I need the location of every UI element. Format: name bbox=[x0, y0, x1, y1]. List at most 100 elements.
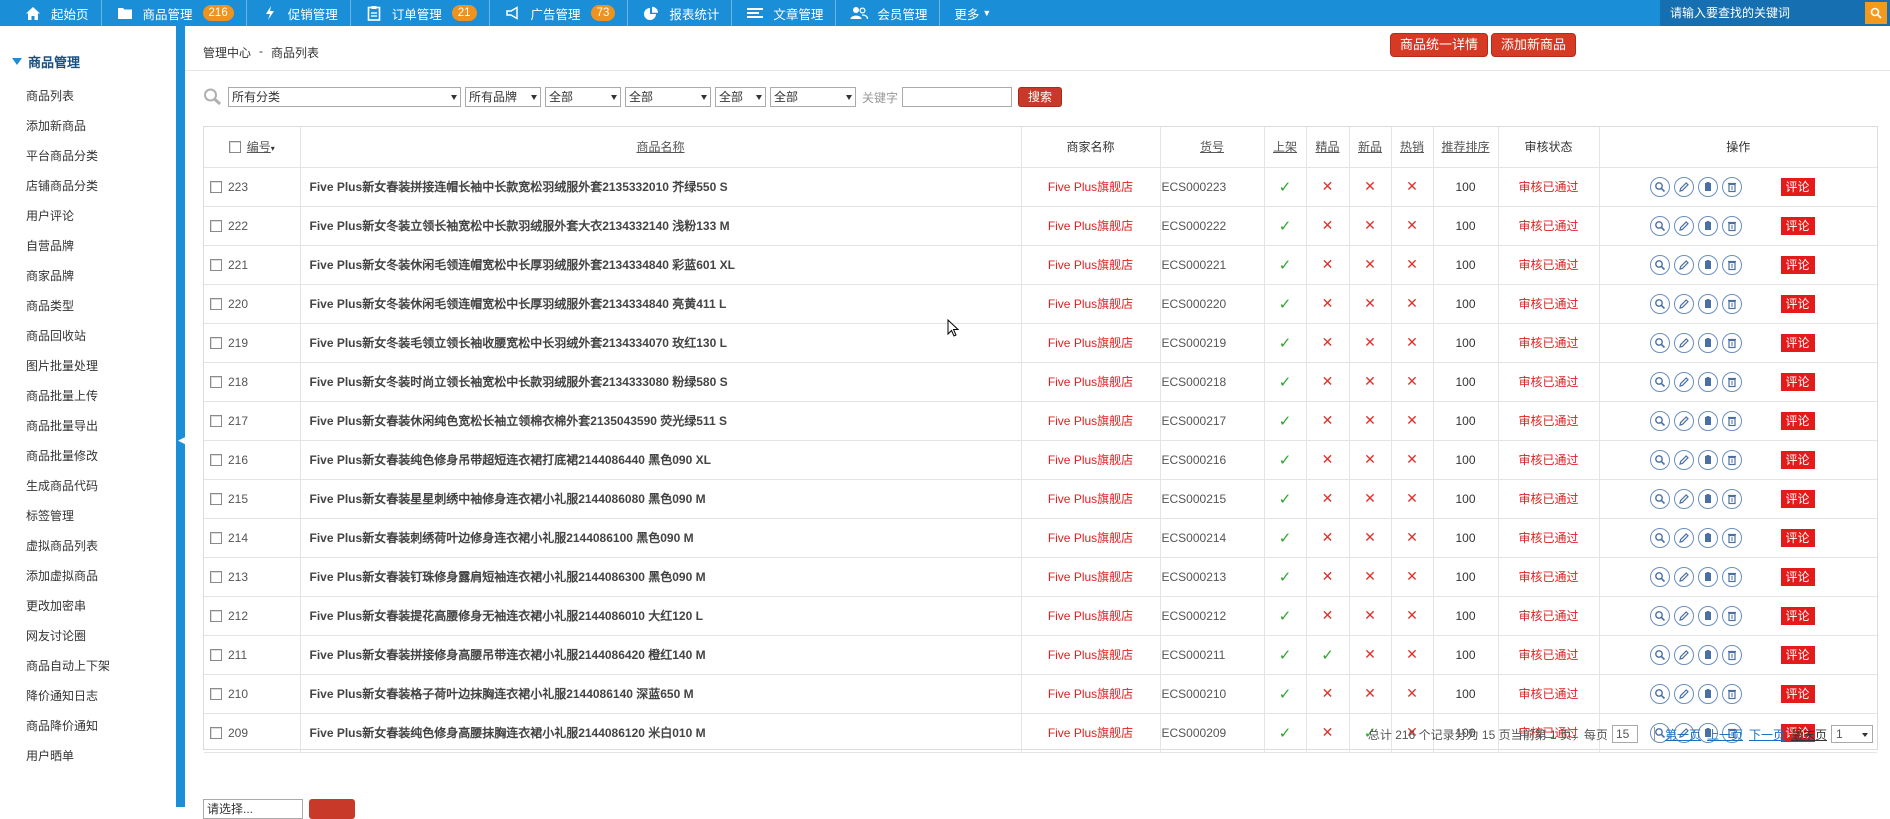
onsale-cell[interactable]: ✓ bbox=[1264, 401, 1307, 441]
shop-name-cell[interactable]: Five Plus旗舰店 bbox=[1021, 401, 1161, 441]
sidebar-item[interactable]: 商品列表 bbox=[26, 84, 110, 114]
copy-icon[interactable] bbox=[1697, 215, 1718, 236]
onsale-cell[interactable]: ✓ bbox=[1264, 362, 1307, 402]
page-size-input[interactable]: 15 bbox=[1611, 725, 1638, 743]
view-icon[interactable] bbox=[1649, 644, 1670, 665]
cross-icon[interactable]: ✕ bbox=[1322, 178, 1334, 194]
new-cell[interactable]: ✕ bbox=[1349, 557, 1392, 597]
sort-order-cell[interactable]: 100 bbox=[1433, 245, 1499, 285]
copy-icon[interactable] bbox=[1697, 449, 1718, 470]
delete-icon[interactable] bbox=[1721, 332, 1742, 353]
cross-icon[interactable]: ✕ bbox=[1364, 529, 1376, 545]
edit-icon[interactable] bbox=[1673, 644, 1694, 665]
sidebar-item[interactable]: 用户晒单 bbox=[26, 744, 110, 774]
shop-name-cell[interactable]: Five Plus旗舰店 bbox=[1021, 557, 1161, 597]
delete-icon[interactable] bbox=[1721, 371, 1742, 392]
sort-order-cell[interactable]: 100 bbox=[1433, 674, 1499, 714]
sort-order-cell[interactable]: 100 bbox=[1433, 401, 1499, 441]
copy-icon[interactable] bbox=[1697, 410, 1718, 431]
sidebar-item[interactable]: 降价通知日志 bbox=[26, 684, 110, 714]
delete-icon[interactable] bbox=[1721, 644, 1742, 665]
onsale-cell[interactable]: ✓ bbox=[1264, 635, 1307, 675]
new-cell[interactable]: ✕ bbox=[1349, 479, 1392, 519]
product-name-cell[interactable]: Five Plus新女春装刺绣荷叶边修身连衣裙小礼服2144086100 黑色0… bbox=[300, 518, 1022, 558]
cross-icon[interactable]: ✕ bbox=[1364, 646, 1376, 662]
edit-icon[interactable] bbox=[1673, 410, 1694, 431]
comment-button[interactable]: 评论 bbox=[1780, 216, 1815, 235]
best-cell[interactable]: ✕ bbox=[1306, 557, 1350, 597]
cross-icon[interactable]: ✕ bbox=[1406, 646, 1418, 662]
sort-order-cell[interactable]: 100 bbox=[1433, 518, 1499, 558]
hot-cell[interactable]: ✕ bbox=[1391, 479, 1434, 519]
sort-order-cell[interactable]: 100 bbox=[1433, 167, 1499, 207]
filter-select-4[interactable]: 全部 bbox=[625, 87, 711, 107]
view-icon[interactable] bbox=[1649, 254, 1670, 275]
shop-name-cell[interactable]: Five Plus旗舰店 bbox=[1021, 440, 1161, 480]
delete-icon[interactable] bbox=[1721, 176, 1742, 197]
next-page-link[interactable]: 下一页 bbox=[1749, 726, 1785, 743]
view-icon[interactable] bbox=[1649, 527, 1670, 548]
product-name-cell[interactable]: Five Plus新女冬装休闲毛领连帽宽松中长厚羽绒服外套2134334840 … bbox=[300, 284, 1022, 324]
copy-icon[interactable] bbox=[1697, 176, 1718, 197]
hot-cell[interactable]: ✕ bbox=[1391, 440, 1434, 480]
row-checkbox[interactable] bbox=[210, 375, 222, 388]
nav-item-0[interactable]: 起始页 bbox=[0, 0, 102, 26]
cross-icon[interactable]: ✕ bbox=[1364, 178, 1376, 194]
comment-button[interactable]: 评论 bbox=[1780, 606, 1815, 625]
onsale-cell[interactable]: ✓ bbox=[1264, 713, 1307, 753]
new-cell[interactable]: ✕ bbox=[1349, 323, 1392, 363]
shop-name-cell[interactable]: Five Plus旗舰店 bbox=[1021, 245, 1161, 285]
shop-name-cell[interactable]: Five Plus旗舰店 bbox=[1021, 518, 1161, 558]
product-name-cell[interactable]: Five Plus新女春装星星刺绣中袖修身连衣裙小礼服2144086080 黑色… bbox=[300, 479, 1022, 519]
cross-icon[interactable]: ✕ bbox=[1322, 490, 1334, 506]
onsale-cell[interactable]: ✓ bbox=[1264, 674, 1307, 714]
cross-icon[interactable]: ✕ bbox=[1322, 217, 1334, 233]
shop-name-cell[interactable]: Five Plus旗舰店 bbox=[1021, 596, 1161, 636]
best-cell[interactable]: ✕ bbox=[1306, 362, 1350, 402]
sort-order-cell[interactable]: 100 bbox=[1433, 440, 1499, 480]
comment-button[interactable]: 评论 bbox=[1780, 528, 1815, 547]
view-icon[interactable] bbox=[1649, 176, 1670, 197]
edit-icon[interactable] bbox=[1673, 605, 1694, 626]
shop-name-cell[interactable]: Five Plus旗舰店 bbox=[1021, 284, 1161, 324]
comment-button[interactable]: 评论 bbox=[1780, 684, 1815, 703]
sidebar-item[interactable]: 商品批量上传 bbox=[26, 384, 110, 414]
product-name-cell[interactable]: Five Plus新女春装钉珠修身露肩短袖连衣裙小礼服2144086300 黑色… bbox=[300, 557, 1022, 597]
new-cell[interactable]: ✕ bbox=[1349, 635, 1392, 675]
cross-icon[interactable]: ✕ bbox=[1322, 607, 1334, 623]
keyword-input[interactable] bbox=[902, 87, 1013, 107]
check-icon[interactable]: ✓ bbox=[1279, 257, 1292, 274]
sidebar-item[interactable]: 自营品牌 bbox=[26, 234, 110, 264]
best-cell[interactable]: ✕ bbox=[1306, 323, 1350, 363]
shop-name-cell[interactable]: Five Plus旗舰店 bbox=[1021, 206, 1161, 246]
check-icon[interactable]: ✓ bbox=[1279, 569, 1292, 586]
cross-icon[interactable]: ✕ bbox=[1322, 685, 1334, 701]
new-cell[interactable]: ✕ bbox=[1349, 167, 1392, 207]
hot-cell[interactable]: ✕ bbox=[1391, 362, 1434, 402]
view-icon[interactable] bbox=[1649, 683, 1670, 704]
hot-cell[interactable]: ✕ bbox=[1391, 674, 1434, 714]
row-checkbox[interactable] bbox=[210, 531, 222, 544]
cross-icon[interactable]: ✕ bbox=[1406, 451, 1418, 467]
hot-cell[interactable]: ✕ bbox=[1391, 596, 1434, 636]
shop-name-cell[interactable]: Five Plus旗舰店 bbox=[1021, 167, 1161, 207]
search-icon[interactable] bbox=[1865, 2, 1887, 24]
edit-icon[interactable] bbox=[1673, 683, 1694, 704]
comment-button[interactable]: 评论 bbox=[1780, 372, 1815, 391]
product-name-cell[interactable]: Five Plus新女春装纯色修身吊带超短连衣裙打底裙2144086440 黑色… bbox=[300, 440, 1022, 480]
new-cell[interactable]: ✕ bbox=[1349, 245, 1392, 285]
view-icon[interactable] bbox=[1649, 605, 1670, 626]
best-cell[interactable]: ✕ bbox=[1306, 674, 1350, 714]
cross-icon[interactable]: ✕ bbox=[1364, 490, 1376, 506]
cross-icon[interactable]: ✕ bbox=[1406, 607, 1418, 623]
cross-icon[interactable]: ✕ bbox=[1364, 217, 1376, 233]
onsale-cell[interactable]: ✓ bbox=[1264, 323, 1307, 363]
hot-cell[interactable]: ✕ bbox=[1391, 284, 1434, 324]
delete-icon[interactable] bbox=[1721, 683, 1742, 704]
new-cell[interactable]: ✕ bbox=[1349, 284, 1392, 324]
check-icon[interactable]: ✓ bbox=[1279, 335, 1292, 352]
row-checkbox[interactable] bbox=[210, 414, 222, 427]
cross-icon[interactable]: ✕ bbox=[1364, 451, 1376, 467]
cross-icon[interactable]: ✕ bbox=[1322, 295, 1334, 311]
view-icon[interactable] bbox=[1649, 215, 1670, 236]
